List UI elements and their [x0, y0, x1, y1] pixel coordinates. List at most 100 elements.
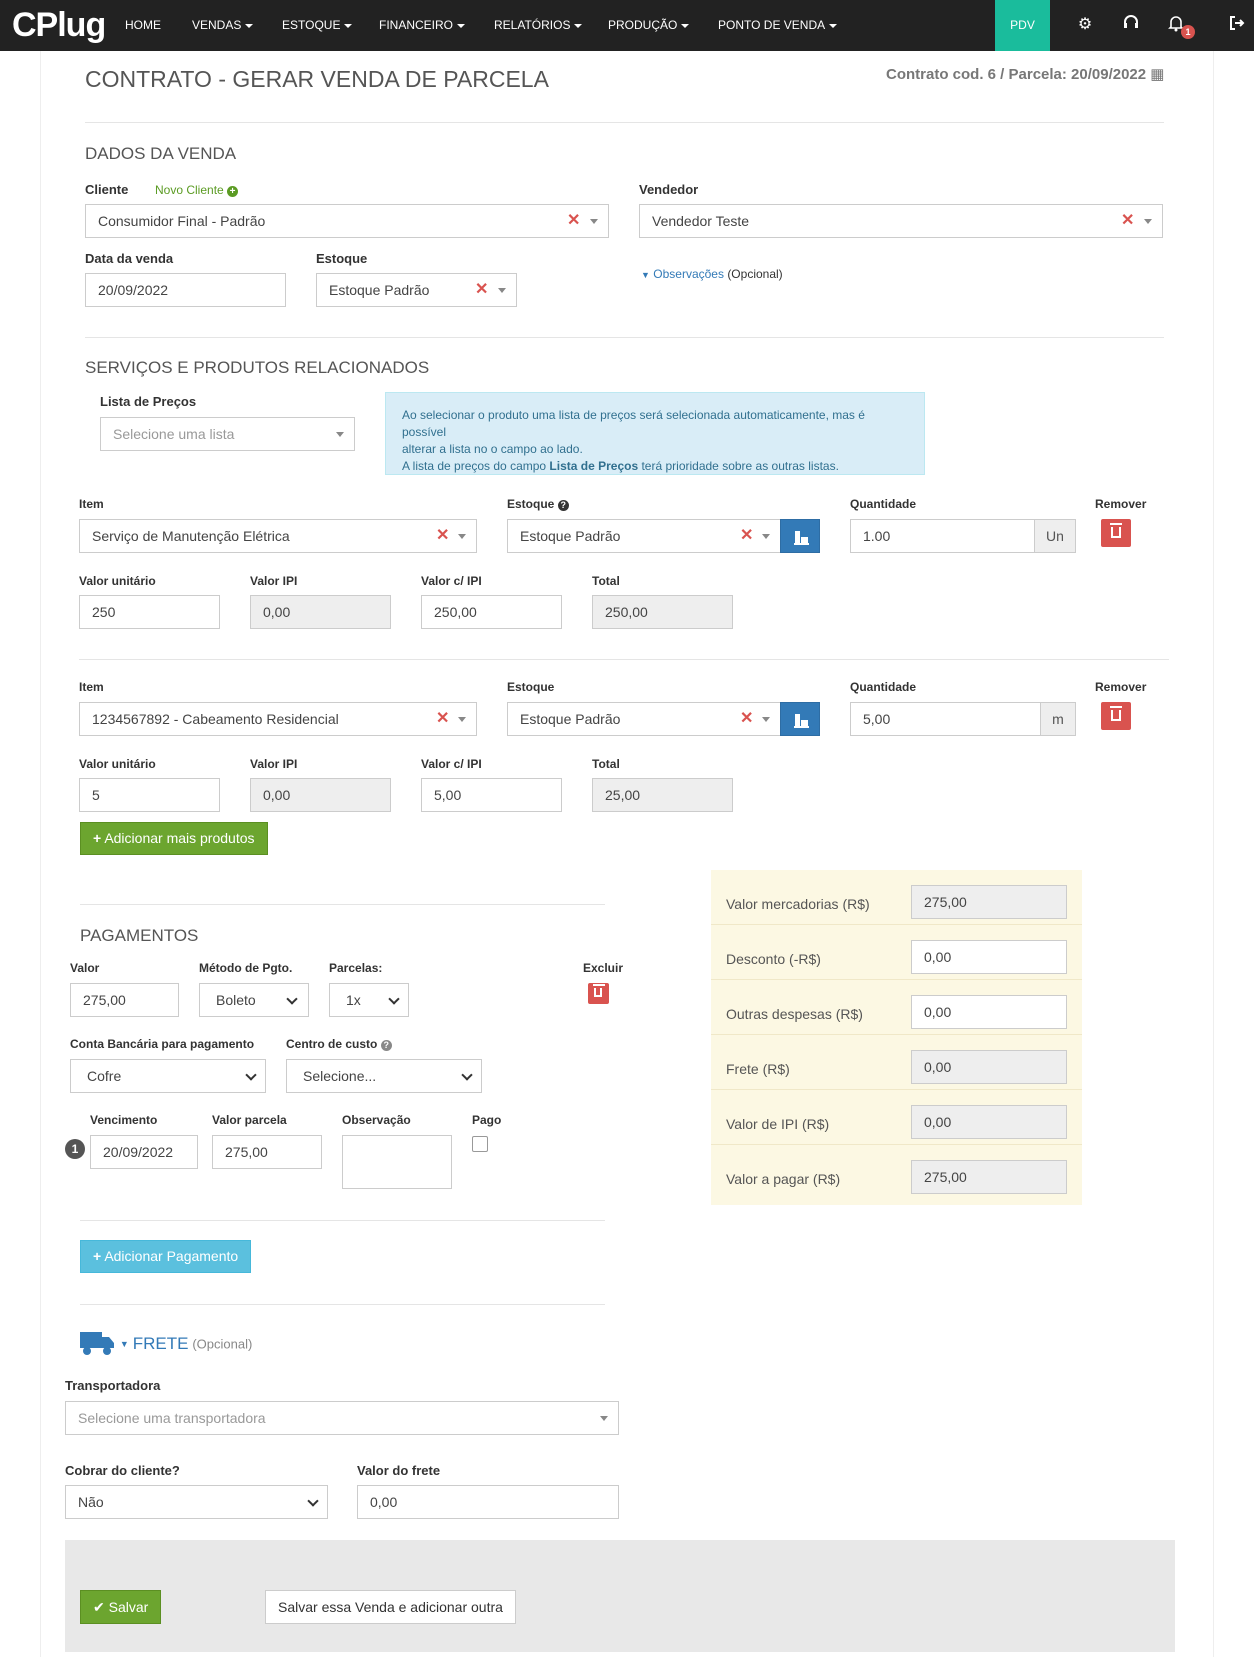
client-select[interactable]: Consumidor Final - Padrão ✕ [85, 204, 609, 238]
dropdown-arrow-icon [1144, 219, 1152, 224]
installment-value-input[interactable]: 275,00 [212, 1135, 322, 1169]
summary-row-goods: Valor mercadorias (R$) 275,00 [711, 870, 1082, 925]
add-products-button[interactable]: + Adicionar mais produtos [80, 822, 268, 855]
remove-label: Remover [1095, 680, 1147, 694]
qty-label: Quantidade [850, 497, 917, 511]
new-client-link[interactable]: Novo Cliente + [155, 183, 239, 197]
ipi-label: Valor IPI [250, 574, 298, 588]
unit-value-input[interactable]: 250 [79, 595, 220, 629]
nav-estoque[interactable]: ESTOQUE [282, 0, 353, 51]
qty-input[interactable]: 1.00 [850, 519, 1035, 553]
divider [80, 1220, 605, 1221]
bank-account-label: Conta Bancária para pagamento [70, 1037, 255, 1051]
nav-home[interactable]: HOME [125, 0, 161, 51]
headset-icon[interactable] [1120, 14, 1142, 36]
save-button[interactable]: ✔ Salvar [80, 1590, 162, 1624]
paid-checkbox[interactable] [472, 1136, 488, 1152]
delete-label: Excluir [583, 961, 624, 975]
stock-info-button[interactable] [780, 519, 820, 553]
installments-select[interactable]: 1x [329, 983, 409, 1017]
nav-ponto-de-venda[interactable]: PONTO DE VENDA [718, 0, 838, 51]
logout-icon[interactable] [1226, 14, 1248, 36]
save-and-add-another-button[interactable]: Salvar essa Venda e adicionar outra [265, 1590, 516, 1624]
nav-producao[interactable]: PRODUÇÃO [608, 0, 690, 51]
section-heading-payments: PAGAMENTOS [80, 926, 199, 945]
observations-toggle[interactable]: ▼ Observações (Opcional) [641, 267, 783, 281]
plus-circle-icon: + [227, 186, 239, 197]
amount-to-pay-input: 275,00 [911, 1160, 1067, 1194]
qty-label: Quantidade [850, 680, 917, 694]
caret-down-icon [574, 23, 583, 28]
paid-label: Pago [472, 1113, 502, 1127]
trash-icon [593, 984, 605, 997]
value-with-ipi-label: Valor c/ IPI [421, 574, 482, 588]
pdv-button[interactable]: PDV [995, 0, 1050, 51]
price-list-label: Lista de Preços [100, 394, 197, 409]
item-select[interactable]: 1234567892 - Cabeamento Residencial ✕ [79, 702, 477, 736]
price-list-select[interactable]: Selecione uma lista [100, 417, 355, 451]
other-expenses-input[interactable]: 0,00 [911, 995, 1067, 1029]
unit-value-input[interactable]: 5 [79, 778, 220, 812]
clear-icon[interactable]: ✕ [436, 520, 449, 552]
seller-select[interactable]: Vendedor Teste ✕ [639, 204, 1163, 238]
qty-input[interactable]: 5,00 [850, 702, 1041, 736]
remove-item-button[interactable] [1101, 519, 1131, 547]
delete-payment-button[interactable] [588, 983, 609, 1004]
trash-icon [1110, 706, 1122, 721]
clear-icon[interactable]: ✕ [740, 520, 753, 552]
payment-value-input[interactable]: 275,00 [70, 983, 179, 1017]
sale-date-input[interactable]: 20/09/2022 [85, 273, 286, 307]
total-label: Total [592, 574, 620, 588]
dropdown-arrow-icon [762, 534, 770, 539]
clear-icon[interactable]: ✕ [475, 274, 488, 306]
cost-center-select[interactable]: Selecione... [286, 1059, 482, 1093]
clear-icon[interactable]: ✕ [740, 703, 753, 735]
value-with-ipi-input[interactable]: 250,00 [421, 595, 562, 629]
item-select[interactable]: Serviço de Manutenção Elétrica ✕ [79, 519, 477, 553]
chevron-down-icon [286, 993, 298, 1005]
carrier-select[interactable]: Selecione uma transportadora [65, 1401, 619, 1435]
observation-label: Observação [342, 1113, 411, 1127]
payment-method-label: Método de Pgto. [199, 961, 293, 975]
dropdown-arrow-icon [458, 717, 466, 722]
seller-label: Vendedor [639, 182, 699, 197]
nav-financeiro[interactable]: FINANCEIRO [379, 0, 466, 51]
stock-label: Estoque [316, 251, 368, 266]
divider [80, 1304, 605, 1305]
payment-value-label: Valor [70, 961, 100, 975]
item-stock-select[interactable]: Estoque Padrão ✕ [507, 702, 781, 736]
remove-item-button[interactable] [1101, 702, 1131, 730]
totals-summary-panel: Valor mercadorias (R$) 275,00 Desconto (-… [711, 870, 1082, 1205]
stock-info-button[interactable] [780, 702, 820, 736]
clear-icon[interactable]: ✕ [436, 703, 449, 735]
observation-textarea[interactable] [342, 1135, 452, 1189]
trash-icon [1110, 523, 1122, 538]
divider [79, 659, 1169, 660]
page-title: CONTRATO - GERAR VENDA DE PARCELA [85, 66, 549, 92]
cplug-logo[interactable]: CPlug [12, 6, 106, 45]
question-circle-icon: ? [557, 500, 569, 511]
item-stock-select[interactable]: Estoque Padrão ✕ [507, 519, 781, 553]
due-date-input[interactable]: 20/09/2022 [90, 1135, 198, 1169]
bank-account-select[interactable]: Cofre [70, 1059, 266, 1093]
gear-icon[interactable]: ⚙ [1074, 14, 1096, 36]
clear-icon[interactable]: ✕ [1121, 205, 1134, 237]
value-with-ipi-input[interactable]: 5,00 [421, 778, 562, 812]
installments-label: Parcelas: [329, 961, 383, 975]
discount-input[interactable]: 0,00 [911, 940, 1067, 974]
freight-value-input[interactable]: 0,00 [357, 1485, 619, 1519]
divider [85, 337, 1164, 338]
payment-method-select[interactable]: Boleto [199, 983, 309, 1017]
add-payment-button[interactable]: + Adicionar Pagamento [80, 1240, 252, 1273]
summary-row-ipi: Valor de IPI (R$) 0,00 [711, 1090, 1082, 1145]
client-label: Cliente [85, 182, 129, 197]
charge-client-select[interactable]: Não [65, 1485, 328, 1519]
freight-toggle[interactable]: ▼ FRETE (Opcional) [80, 1330, 252, 1358]
nav-vendas[interactable]: VENDAS [192, 0, 254, 51]
section-heading-sale: DADOS DA VENDA [85, 144, 237, 163]
clear-icon[interactable]: ✕ [567, 205, 580, 237]
unit-value-label: Valor unitário [79, 757, 156, 771]
nav-relatorios[interactable]: RELATÓRIOS [494, 0, 583, 51]
calendar-icon: ▦ [1150, 66, 1165, 83]
stock-select[interactable]: Estoque Padrão ✕ [316, 273, 517, 307]
